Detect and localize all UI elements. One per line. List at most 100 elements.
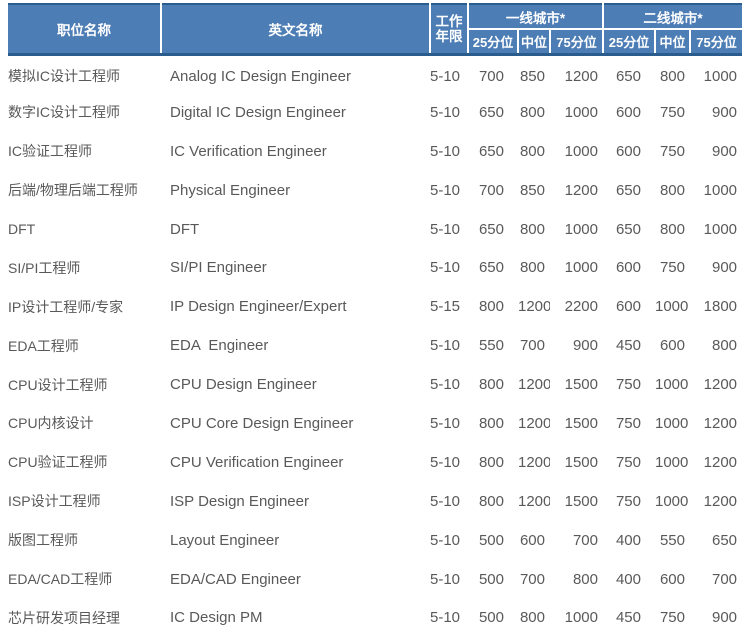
salary-table-body: 模拟IC设计工程师 Analog IC Design Engineer 5-10… [8,54,742,637]
tier2-p25-cell: 450 [603,598,655,637]
english-name-cell: EDA Engineer [161,326,430,365]
tier2-median-cell: 750 [655,93,690,132]
table-row: IC验证工程师 IC Verification Engineer 5-10 65… [8,132,742,171]
tier1-median-cell: 800 [518,132,550,171]
table-row: EDA工程师 EDA Engineer 5-10 550 700 900 450… [8,326,742,365]
work-years-cell: 5-10 [430,171,468,210]
tier2-median-cell: 1000 [655,482,690,521]
position-name-cell: ISP设计工程师 [8,482,161,521]
tier2-p75-cell: 900 [690,132,742,171]
table-row: EDA/CAD工程师 EDA/CAD Engineer 5-10 500 700… [8,560,742,599]
tier1-p25-cell: 800 [468,404,518,443]
tier1-p75-cell: 1500 [550,404,603,443]
tier2-p75-cell: 650 [690,521,742,560]
salary-table: 职位名称 英文名称 工作 年限 一线城市* 二线城市* 25分位 中位 75分位… [8,3,742,637]
tier1-p25-cell: 700 [468,171,518,210]
work-years-cell: 5-10 [430,404,468,443]
tier1-p25-cell: 650 [468,132,518,171]
tier2-p75-cell: 1000 [690,171,742,210]
tier1-median-cell: 800 [518,93,550,132]
tier1-p25-cell: 800 [468,443,518,482]
tier2-median-cell: 600 [655,560,690,599]
tier1-median-cell: 700 [518,326,550,365]
tier2-p75-cell: 900 [690,598,742,637]
english-name-cell: Layout Engineer [161,521,430,560]
header-tier1-group: 一线城市* [468,4,603,29]
tier2-p75-cell: 900 [690,93,742,132]
tier2-median-cell: 750 [655,132,690,171]
work-years-cell: 5-10 [430,521,468,560]
tier1-p25-cell: 800 [468,482,518,521]
tier2-median-cell: 1000 [655,443,690,482]
position-name-cell: CPU验证工程师 [8,443,161,482]
header-position-name: 职位名称 [8,4,161,54]
work-years-cell: 5-10 [430,93,468,132]
table-row: 后端/物理后端工程师 Physical Engineer 5-10 700 85… [8,171,742,210]
english-name-cell: EDA/CAD Engineer [161,560,430,599]
work-years-cell: 5-10 [430,132,468,171]
tier1-p25-cell: 650 [468,210,518,249]
tier1-p75-cell: 800 [550,560,603,599]
tier1-median-cell: 800 [518,210,550,249]
tier2-p25-cell: 400 [603,521,655,560]
header-work-years-line2: 年限 [431,29,467,44]
work-years-cell: 5-10 [430,598,468,637]
header-english-name: 英文名称 [161,4,430,54]
table-row: IP设计工程师/专家 IP Design Engineer/Expert 5-1… [8,287,742,326]
english-name-cell: Physical Engineer [161,171,430,210]
position-name-cell: 版图工程师 [8,521,161,560]
work-years-cell: 5-10 [430,443,468,482]
tier2-p25-cell: 600 [603,287,655,326]
tier1-median-cell: 1200 [518,365,550,404]
tier1-p25-cell: 500 [468,560,518,599]
tier1-median-cell: 600 [518,521,550,560]
position-name-cell: 后端/物理后端工程师 [8,171,161,210]
work-years-cell: 5-10 [430,365,468,404]
tier1-median-cell: 1200 [518,443,550,482]
english-name-cell: Digital IC Design Engineer [161,93,430,132]
tier2-median-cell: 1000 [655,404,690,443]
work-years-cell: 5-10 [430,326,468,365]
tier2-median-cell: 600 [655,326,690,365]
english-name-cell: IC Design PM [161,598,430,637]
tier1-p25-cell: 700 [468,54,518,93]
table-row: DFT DFT 5-10 650 800 1000 650 800 1000 [8,210,742,249]
table-row: 模拟IC设计工程师 Analog IC Design Engineer 5-10… [8,54,742,93]
header-tier1-p25: 25分位 [468,29,518,54]
tier2-p25-cell: 750 [603,482,655,521]
english-name-cell: IP Design Engineer/Expert [161,287,430,326]
tier2-median-cell: 800 [655,171,690,210]
tier2-p25-cell: 750 [603,443,655,482]
table-row: CPU验证工程师 CPU Verification Engineer 5-10 … [8,443,742,482]
tier2-p25-cell: 600 [603,132,655,171]
work-years-cell: 5-15 [430,287,468,326]
tier1-median-cell: 800 [518,248,550,287]
position-name-cell: EDA/CAD工程师 [8,560,161,599]
tier1-p75-cell: 1000 [550,248,603,287]
tier1-p75-cell: 1000 [550,93,603,132]
header-tier1-p75: 75分位 [550,29,603,54]
tier1-p75-cell: 1500 [550,443,603,482]
tier2-median-cell: 750 [655,248,690,287]
tier2-median-cell: 550 [655,521,690,560]
tier1-p25-cell: 500 [468,521,518,560]
tier2-p75-cell: 1200 [690,443,742,482]
tier2-median-cell: 1000 [655,365,690,404]
tier2-p25-cell: 450 [603,326,655,365]
position-name-cell: 芯片研发项目经理 [8,598,161,637]
tier1-median-cell: 850 [518,171,550,210]
tier2-p25-cell: 650 [603,171,655,210]
tier1-p75-cell: 900 [550,326,603,365]
work-years-cell: 5-10 [430,54,468,93]
header-work-years: 工作 年限 [430,4,468,54]
tier1-p75-cell: 1000 [550,210,603,249]
position-name-cell: DFT [8,210,161,249]
tier2-median-cell: 750 [655,598,690,637]
english-name-cell: SI/PI Engineer [161,248,430,287]
tier2-p75-cell: 1800 [690,287,742,326]
table-row: 版图工程师 Layout Engineer 5-10 500 600 700 4… [8,521,742,560]
table-row: 芯片研发项目经理 IC Design PM 5-10 500 800 1000 … [8,598,742,637]
tier2-p25-cell: 750 [603,404,655,443]
tier2-p75-cell: 1200 [690,365,742,404]
tier2-p25-cell: 400 [603,560,655,599]
